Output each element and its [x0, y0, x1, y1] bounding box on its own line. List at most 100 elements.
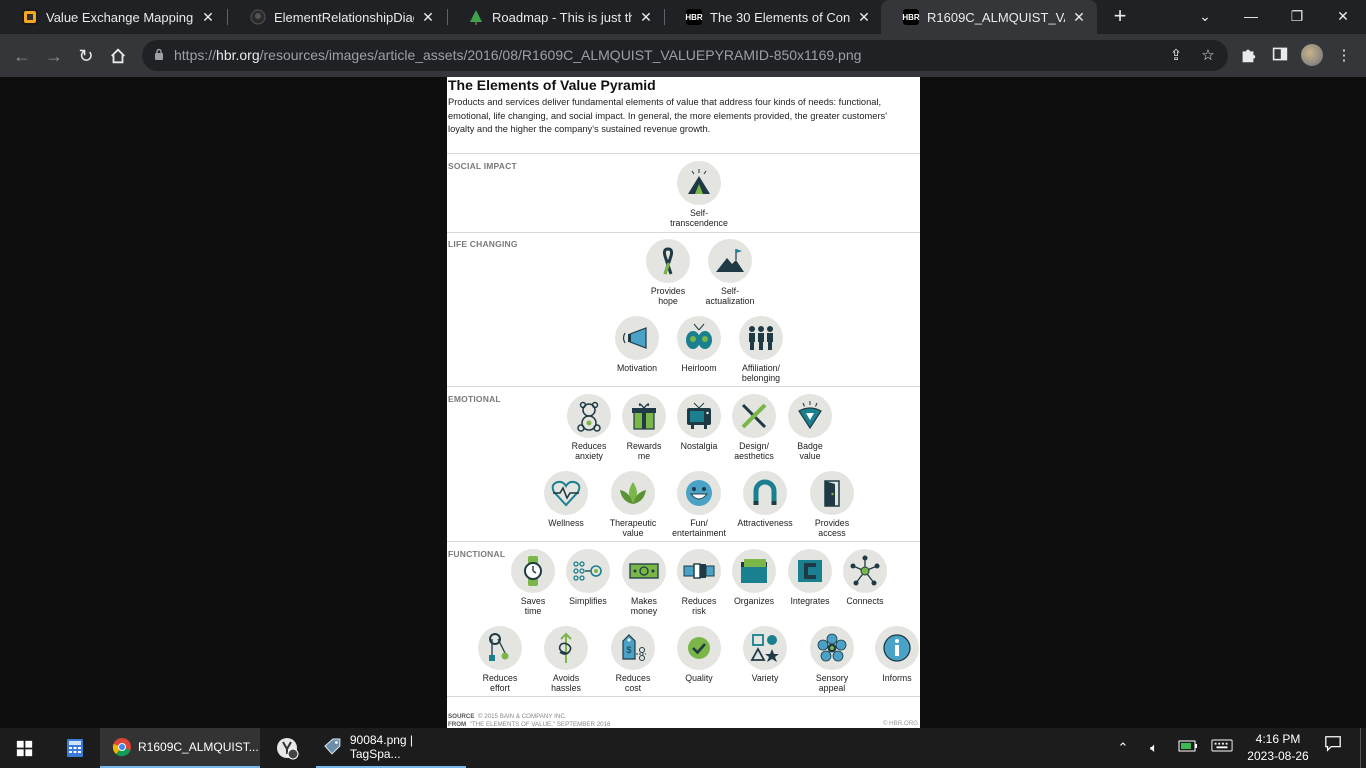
element-label: Provides access: [814, 518, 850, 538]
tab-close-icon[interactable]: ✕: [200, 9, 216, 26]
taskbar-chrome-item[interactable]: R1609C_ALMQUIST...: [100, 728, 260, 768]
new-tab-button[interactable]: +: [1108, 4, 1132, 28]
ribbon-icon: [662, 247, 674, 275]
speaker-volume-icon[interactable]: 🔈︎: [1142, 728, 1166, 768]
show-desktop-button[interactable]: [1360, 728, 1366, 768]
element-provides-access: Provides access: [797, 471, 867, 538]
element-label: Connects: [846, 596, 884, 606]
teddy-bear-icon: [577, 401, 601, 432]
band-label-life-changing: LIFE CHANGING: [448, 239, 518, 249]
tab-value-exchange[interactable]: Value Exchange Mapping Gu ✕: [0, 0, 226, 34]
band-label-social-impact: SOCIAL IMPACT: [448, 161, 517, 171]
tab-title: Value Exchange Mapping Gu: [46, 9, 194, 25]
home-icon[interactable]: [104, 42, 132, 70]
profile-avatar[interactable]: [1301, 44, 1323, 66]
element-label: Self- transcendence: [670, 208, 728, 228]
heartbeat-icon: [551, 480, 581, 507]
element-variety: Variety: [730, 626, 800, 683]
element-label: Motivation: [616, 363, 658, 373]
yandex-browser-icon[interactable]: [262, 728, 312, 768]
from-text: "THE ELEMENTS OF VALUE," SEPTEMBER 2016: [469, 720, 611, 728]
element-self-transcendence: Self- transcendence: [664, 161, 734, 228]
element-self-actualization: Self- actualization: [695, 239, 765, 306]
back-arrow-icon[interactable]: ←: [8, 42, 36, 70]
forward-arrow-icon[interactable]: →: [40, 42, 68, 70]
element-quality: Quality: [664, 626, 734, 683]
hbr-favicon: HBR: [902, 9, 920, 25]
battery-charging-icon[interactable]: [1176, 728, 1200, 768]
network-nodes-icon: [850, 555, 880, 586]
diamond-badge-icon: [798, 401, 822, 430]
element-affiliation: Affiliation/ belonging: [726, 316, 796, 383]
element-label: Wellness: [548, 518, 584, 528]
figure-title: The Elements of Value Pyramid: [448, 77, 656, 93]
page-viewport: The Elements of Value Pyramid Products a…: [0, 77, 1366, 728]
element-label: Attractiveness: [737, 518, 793, 528]
tray-chevron-up-icon[interactable]: ⌃: [1112, 728, 1134, 768]
close-window-icon[interactable]: ✕: [1320, 0, 1366, 34]
value-pyramid-image: The Elements of Value Pyramid Products a…: [447, 77, 920, 728]
tab-close-icon[interactable]: ✕: [1071, 9, 1087, 26]
notifications-icon[interactable]: [1320, 728, 1346, 768]
tab-active-image[interactable]: HBR R1609C_ALMQUIST_VALUEPY ✕: [881, 0, 1097, 34]
lotus-leaf-icon: [620, 482, 646, 504]
wristwatch-icon: [524, 556, 542, 586]
shapes-icon: [750, 634, 779, 662]
share-icon[interactable]: ⇪: [1167, 47, 1185, 65]
element-motivation: Motivation: [602, 316, 672, 373]
bookmark-star-icon[interactable]: ☆: [1199, 47, 1217, 65]
menu-kebab-icon[interactable]: ⋮: [1334, 46, 1354, 66]
element-label: Heirloom: [681, 363, 717, 373]
dots-to-target-icon: [573, 561, 602, 581]
github-favicon: [250, 9, 266, 25]
tab-element-relationship[interactable]: ElementRelationshipDiagram ✕: [228, 0, 446, 34]
tab-close-icon[interactable]: ✕: [638, 9, 654, 26]
element-label: Reduces cost: [615, 673, 651, 693]
summit-flag-icon: [716, 249, 744, 272]
side-panel-icon[interactable]: [1270, 46, 1290, 66]
smiley-face-icon: [686, 480, 712, 506]
start-windows-icon[interactable]: [0, 728, 48, 768]
file-folder-icon: [741, 559, 767, 583]
element-label: Provides hope: [650, 286, 686, 306]
taskbar-tagspaces-item[interactable]: 90084.png | TagSpa...: [316, 728, 466, 768]
mountain-sun-icon: [688, 169, 710, 194]
url-scheme: https://: [174, 47, 217, 63]
gift-box-icon: [632, 403, 656, 430]
element-label: Therapeutic value: [609, 518, 657, 538]
info-icon: [883, 634, 911, 662]
element-sensory-appeal: Sensory appeal: [797, 626, 867, 693]
calculator-icon[interactable]: [52, 728, 98, 768]
browser-toolbar: ← → ↻ https://hbr.org/resources/images/a…: [0, 34, 1366, 77]
lock-icon[interactable]: [154, 48, 164, 60]
band-divider: [447, 541, 920, 542]
magnet-icon: [753, 479, 777, 505]
restore-icon[interactable]: ❐: [1274, 0, 1320, 34]
tab-roadmap[interactable]: Roadmap - This is just the sta ✕: [446, 0, 664, 34]
tab-title: ElementRelationshipDiagram: [274, 9, 414, 25]
tab-title: R1609C_ALMQUIST_VALUEPY: [927, 9, 1065, 25]
tab-close-icon[interactable]: ✕: [420, 9, 436, 26]
extensions-puzzle-icon[interactable]: [1238, 46, 1258, 66]
figure-description: Products and services deliver fundamenta…: [448, 97, 887, 134]
band-divider: [447, 232, 920, 233]
element-label: Reduces effort: [482, 673, 518, 693]
element-wellness: Wellness: [531, 471, 601, 528]
url-path: /resources/images/article_assets/2016/08…: [259, 47, 862, 63]
band-label-functional: FUNCTIONAL: [448, 549, 506, 559]
svg-text:$: $: [626, 645, 631, 655]
address-bar[interactable]: https://hbr.org/resources/images/article…: [142, 40, 1228, 71]
tab-30-elements[interactable]: HBR The 30 Elements of Consume ✕: [664, 0, 882, 34]
tab-close-icon[interactable]: ✕: [856, 9, 872, 26]
banknote-icon: [629, 563, 659, 579]
reload-icon[interactable]: ↻: [72, 42, 100, 70]
system-clock[interactable]: 4:16 PM 2023-08-26: [1238, 731, 1318, 765]
hbr-favicon: HBR: [685, 9, 703, 25]
tab-title: Roadmap - This is just the sta: [492, 9, 632, 25]
megaphone-icon: [622, 327, 647, 349]
pencil-ruler-icon: [741, 403, 767, 429]
element-heirloom: Heirloom: [664, 316, 734, 373]
minimize-icon[interactable]: —: [1228, 0, 1274, 34]
tab-search-chevron-icon[interactable]: ⌄: [1182, 0, 1228, 34]
keyboard-icon[interactable]: [1208, 728, 1236, 768]
